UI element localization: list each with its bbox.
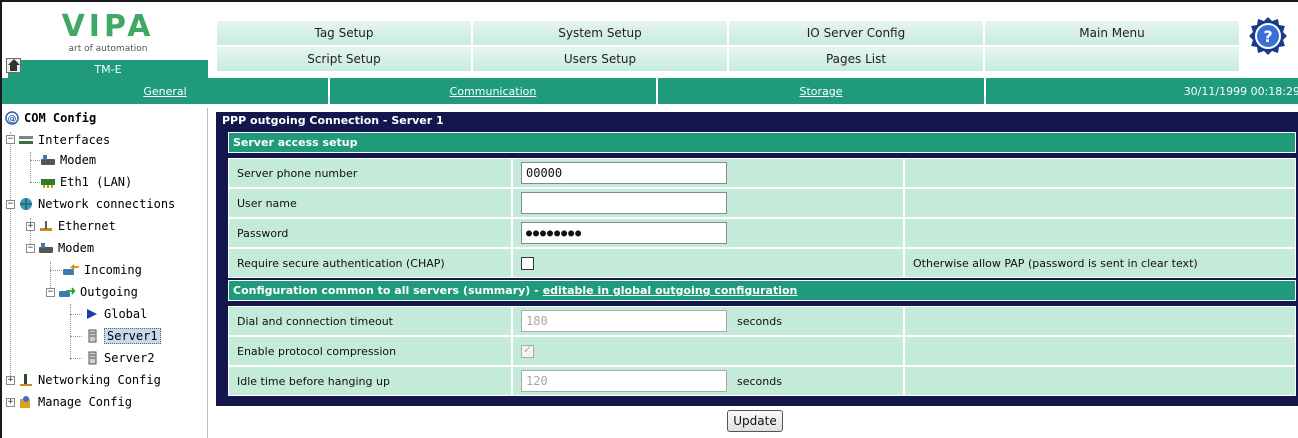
row-note — [904, 366, 1296, 396]
expand-toggle[interactable]: − — [6, 200, 15, 209]
home-icon[interactable] — [6, 58, 21, 73]
svg-text:?: ? — [1263, 27, 1272, 46]
row-idle-time: Idle time before hanging up 120 seconds — [228, 366, 1296, 396]
device-name: TM-E — [8, 60, 208, 79]
tab-communication[interactable]: Communication — [330, 78, 658, 104]
lan-card-icon — [41, 179, 55, 188]
tree-item-modem-interface[interactable]: Modem — [40, 150, 96, 170]
arrow-right-icon — [87, 309, 97, 319]
field-label: Idle time before hanging up — [228, 366, 512, 396]
row-user-name: User name — [228, 188, 1296, 218]
tree-item-server1[interactable]: Server1 — [84, 326, 161, 346]
tree-item-networking-config[interactable]: Networking Config — [18, 370, 161, 390]
idle-time-input: 120 — [521, 370, 727, 392]
menu-script-setup[interactable]: Script Setup — [216, 46, 472, 72]
menu-users-setup[interactable]: Users Setup — [472, 46, 728, 72]
sub-nav: General Communication Storage 30/11/1999… — [2, 78, 1298, 104]
expand-toggle[interactable]: + — [6, 398, 15, 407]
menu-pages-list[interactable]: Pages List — [728, 46, 984, 72]
networking-config-icon — [20, 374, 32, 386]
incoming-icon — [63, 264, 79, 275]
global-config-link[interactable]: editable in global outgoing configuratio… — [543, 284, 798, 297]
at-sign-icon: @ — [5, 111, 19, 125]
tree-item-manage-config[interactable]: Manage Config — [18, 392, 132, 412]
tab-storage[interactable]: Storage — [658, 78, 986, 104]
server-icon — [88, 351, 97, 365]
menu-io-server-config[interactable]: IO Server Config — [728, 20, 984, 46]
server-phone-input[interactable]: 00000 — [521, 162, 727, 184]
section-server-access: Server access setup — [228, 132, 1296, 153]
config-tree: @ COM Config − Interfaces Modem Eth1 (LA… — [2, 108, 208, 438]
panel-title: PPP outgoing Connection - Server 1 — [222, 114, 444, 127]
server-icon — [88, 329, 97, 343]
expand-toggle[interactable]: + — [6, 376, 15, 385]
row-dial-timeout: Dial and connection timeout 180 seconds — [228, 306, 1296, 336]
row-note — [904, 306, 1296, 336]
tree-item-modem-connection[interactable]: Modem — [38, 238, 94, 258]
tree-item-ethernet[interactable]: Ethernet — [38, 216, 116, 236]
manage-config-icon — [20, 396, 30, 408]
section-common-config: Configuration common to all servers (sum… — [228, 280, 1296, 301]
tree-item-network-connections[interactable]: Network connections — [18, 194, 175, 214]
tree-item-interfaces[interactable]: Interfaces — [18, 130, 110, 150]
expand-toggle[interactable]: − — [6, 135, 15, 144]
logo: VIPA art of automation TM-E — [8, 6, 208, 79]
row-server-phone: Server phone number 00000 — [228, 158, 1296, 188]
row-chap: Require secure authentication (CHAP) Oth… — [228, 248, 1296, 278]
network-icon — [20, 198, 32, 210]
logo-tagline: art of automation — [68, 44, 148, 54]
tab-general[interactable]: General — [2, 78, 330, 104]
row-note — [904, 218, 1296, 248]
expand-toggle[interactable]: − — [46, 288, 55, 297]
chap-note: Otherwise allow PAP (password is sent in… — [904, 248, 1296, 278]
tree-item-outgoing[interactable]: Outgoing — [58, 282, 138, 302]
modem-icon — [39, 243, 53, 253]
row-compression: Enable protocol compression — [228, 336, 1296, 366]
field-label: Enable protocol compression — [228, 336, 512, 366]
menu-main-menu[interactable]: Main Menu — [984, 20, 1240, 46]
row-password: Password ●●●●●●●● — [228, 218, 1296, 248]
ethernet-icon — [40, 221, 52, 231]
outgoing-icon — [59, 287, 76, 297]
field-label: User name — [228, 188, 512, 218]
dial-timeout-input: 180 — [521, 310, 727, 332]
compression-checkbox — [521, 343, 534, 358]
unit-label: seconds — [737, 374, 782, 388]
menu-empty — [984, 46, 1240, 72]
tree-item-eth1[interactable]: Eth1 (LAN) — [40, 172, 132, 192]
user-name-input[interactable] — [521, 192, 727, 214]
help-icon[interactable]: ? — [1248, 16, 1288, 56]
datetime-display: 30/11/1999 00:18:29 — [986, 78, 1298, 104]
app-window: VIPA art of automation TM-E Tag Setup Sy… — [0, 0, 1298, 438]
modem-icon — [41, 155, 55, 165]
interfaces-icon — [19, 136, 33, 144]
main-menu: Tag Setup System Setup IO Server Config … — [216, 20, 1240, 72]
chap-checkbox[interactable] — [521, 256, 534, 270]
menu-system-setup[interactable]: System Setup — [472, 20, 728, 46]
row-note — [904, 188, 1296, 218]
tree-root-com-config[interactable]: @ COM Config — [4, 108, 96, 128]
logo-text: VIPA — [61, 9, 155, 44]
field-label: Dial and connection timeout — [228, 306, 512, 336]
tree-item-incoming[interactable]: Incoming — [62, 260, 142, 280]
update-button[interactable]: Update — [727, 410, 783, 432]
field-label: Password — [228, 218, 512, 248]
tree-item-global[interactable]: Global — [84, 304, 147, 324]
expand-toggle[interactable]: − — [26, 244, 35, 253]
row-note — [904, 336, 1296, 366]
field-label: Server phone number — [228, 158, 512, 188]
svg-text:@: @ — [8, 115, 17, 125]
tree-item-server2[interactable]: Server2 — [84, 348, 155, 368]
expand-toggle[interactable]: + — [26, 222, 35, 231]
password-input[interactable]: ●●●●●●●● — [521, 222, 727, 244]
menu-tag-setup[interactable]: Tag Setup — [216, 20, 472, 46]
row-note — [904, 158, 1296, 188]
tree-label: COM Config — [24, 111, 97, 125]
ppp-outgoing-panel: PPP outgoing Connection - Server 1 Serve… — [216, 112, 1298, 406]
field-label: Require secure authentication (CHAP) — [228, 248, 512, 278]
unit-label: seconds — [737, 314, 782, 328]
